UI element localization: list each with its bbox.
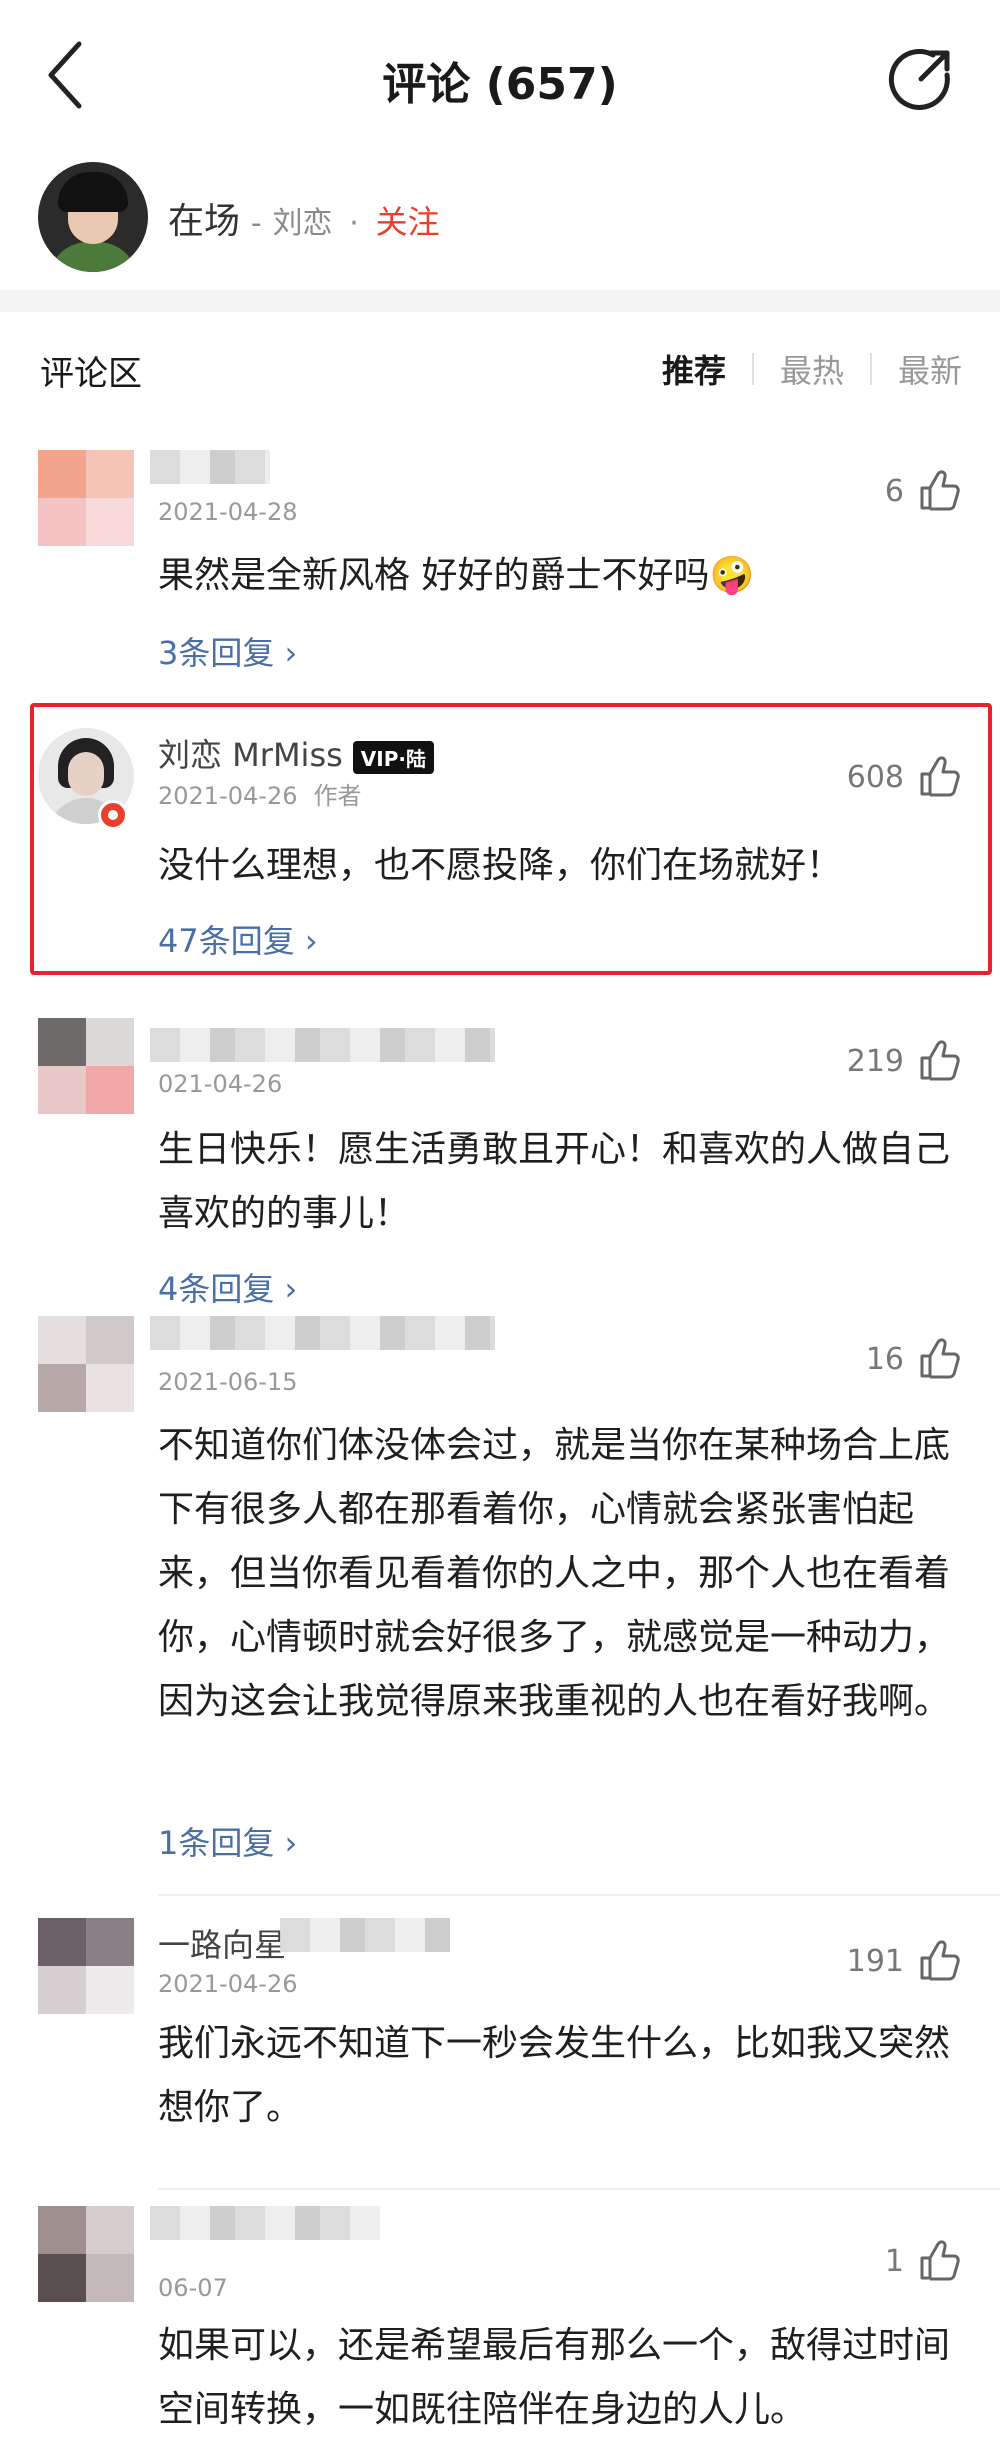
blurred-username <box>280 1918 450 1952</box>
view-replies-link[interactable]: 3条回复 › <box>158 628 297 674</box>
separator-dot: · <box>349 206 359 241</box>
thumbs-up-icon <box>920 470 960 511</box>
like-button[interactable]: 1 <box>885 2238 962 2284</box>
thumbs-up-icon <box>920 1338 960 1379</box>
username-text: 刘恋 MrMiss <box>158 736 343 774</box>
tab-divider <box>869 353 872 385</box>
tab-divider <box>751 353 754 385</box>
like-button[interactable]: 6 <box>885 468 962 514</box>
comment-text: 果然是全新风格 好好的爵士不好吗🤪 <box>158 555 755 596</box>
comment-date: 2021-06-15 <box>158 1368 298 1396</box>
author-verified-icon <box>98 800 128 830</box>
author-tag: 作者 <box>313 782 362 810</box>
view-replies-link[interactable]: 1条回复 › <box>158 1818 297 1864</box>
like-button[interactable]: 16 <box>866 1336 962 1382</box>
thumbs-up-icon <box>920 2240 960 2281</box>
thumbs-up-icon <box>920 756 960 797</box>
separator-dash: - <box>250 206 262 241</box>
singer-name[interactable]: 刘恋 <box>272 206 332 241</box>
share-button[interactable] <box>885 45 955 115</box>
comment-divider <box>158 2188 1000 2190</box>
follow-button[interactable]: 关注 <box>376 203 440 241</box>
like-button[interactable]: 219 <box>847 1038 962 1084</box>
comment-username[interactable]: 一路向星 <box>158 1920 286 1966</box>
share-icon <box>888 48 950 110</box>
blurred-username <box>150 1316 495 1350</box>
blurred-username <box>150 1028 495 1062</box>
song-title: 在场 <box>168 201 241 242</box>
like-count: 608 <box>846 759 904 795</box>
page-title: 评论 (657) <box>382 59 618 110</box>
thumbs-up-icon <box>920 1040 960 1081</box>
like-button[interactable]: 608 <box>847 754 962 800</box>
like-button[interactable]: 191 <box>847 1938 962 1984</box>
user-avatar[interactable] <box>38 2206 134 2302</box>
tab-recommended[interactable]: 推荐 <box>662 346 726 392</box>
comment-text: 不知道你们体没体会过，就是当你在某种场合上底下有很多人都在那看着你，心情就会紧张… <box>158 1425 951 1722</box>
user-avatar[interactable] <box>38 1316 134 1412</box>
song-info-bar[interactable]: 在场 - 刘恋 · 关注 <box>0 150 1000 290</box>
comment-text: 我们永远不知道下一秒会发生什么，比如我又突然想你了。 <box>158 2023 951 2128</box>
tab-newest[interactable]: 最新 <box>898 346 962 392</box>
view-replies-link[interactable]: 4条回复 › <box>158 1264 297 1310</box>
date-text: 2021-04-26 <box>158 782 298 810</box>
comment-section-header: 评论区 推荐 最热 最新 <box>0 312 1000 422</box>
like-count: 6 <box>884 473 904 509</box>
comment-date: 2021-04-28 <box>158 498 298 526</box>
tab-hottest[interactable]: 最热 <box>780 346 844 392</box>
comment-username[interactable]: 刘恋 MrMiss VIP·陆 <box>158 730 434 776</box>
song-info-text: 在场 - 刘恋 · 关注 <box>168 192 440 244</box>
like-count: 191 <box>846 1943 904 1979</box>
like-count: 1 <box>884 2243 904 2279</box>
section-title: 评论区 <box>40 354 142 394</box>
like-count: 219 <box>846 1043 904 1079</box>
like-count: 16 <box>865 1341 904 1377</box>
comment-text: 没什么理想，也不愿投降，你们在场就好！ <box>158 845 843 886</box>
user-avatar[interactable] <box>38 1918 134 2014</box>
comment-text: 如果可以，还是希望最后有那么一个，敌得过时间空间转换，一如既往陪伴在身边的人儿。 <box>158 2325 951 2430</box>
comment-date: 2021-04-26 <box>158 1970 298 1998</box>
comment-text: 生日快乐！愿生活勇敢且开心！和喜欢的人做自己喜欢的的事儿！ <box>158 1129 951 1234</box>
comment-date: 2021-04-26 作者 <box>158 776 361 811</box>
vip-badge: VIP·陆 <box>352 740 434 774</box>
section-divider <box>0 290 1000 312</box>
thumbs-up-icon <box>920 1940 960 1981</box>
blurred-username <box>150 2206 380 2240</box>
comment-divider <box>158 1894 1000 1896</box>
song-cover-avatar[interactable] <box>38 162 148 272</box>
blurred-username <box>150 450 270 484</box>
comment-date: 06-07 <box>158 2274 228 2302</box>
user-avatar[interactable] <box>38 450 134 546</box>
sort-tabs: 推荐 最热 最新 <box>662 346 962 392</box>
view-replies-link[interactable]: 47条回复 › <box>158 916 318 962</box>
comment-date: 021-04-26 <box>158 1070 283 1098</box>
top-nav-bar: 评论 (657) <box>0 0 1000 150</box>
user-avatar[interactable] <box>38 1018 134 1114</box>
